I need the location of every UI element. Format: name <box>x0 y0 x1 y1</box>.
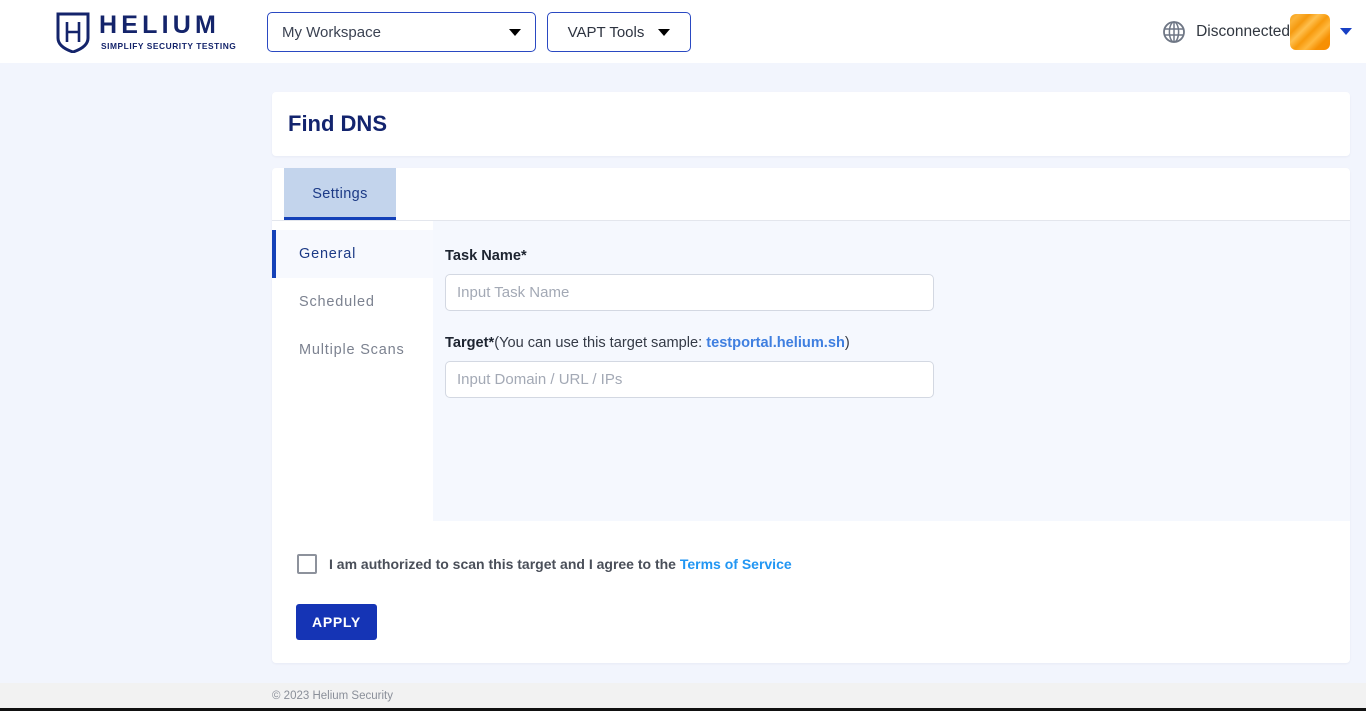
sidebar-item-general-label: General <box>299 246 357 262</box>
page-title-card: Find DNS <box>272 92 1350 156</box>
workspace-selector[interactable]: My Workspace <box>267 12 536 52</box>
tab-settings-label: Settings <box>312 186 368 202</box>
copyright-text: © 2023 Helium Security <box>272 689 393 702</box>
page-title: Find DNS <box>288 111 387 136</box>
settings-body: General Scheduled Multiple Scans Task Na… <box>272 221 1350 521</box>
apply-button[interactable]: APPLY <box>296 604 377 640</box>
sidebar-item-multiple-scans-label: Multiple Scans <box>299 342 405 358</box>
account-menu-chevron-down-icon[interactable] <box>1340 28 1352 35</box>
sidebar-item-scheduled-label: Scheduled <box>299 294 375 310</box>
target-sample-link[interactable]: testportal.helium.sh <box>706 335 845 351</box>
target-hint-suffix: ) <box>844 335 850 351</box>
consent-text-label: I am authorized to scan this target and … <box>329 556 676 572</box>
settings-card: Settings General Scheduled Multiple Scan… <box>272 168 1350 663</box>
sidebar-item-scheduled[interactable]: Scheduled <box>272 278 433 326</box>
vapt-tools-label: VAPT Tools <box>567 23 645 41</box>
tab-settings[interactable]: Settings <box>284 168 396 220</box>
shield-h-logo-icon <box>56 12 90 53</box>
authorization-checkbox[interactable] <box>297 554 317 574</box>
general-settings-form: Task Name* Target*(You can use this targ… <box>433 221 1350 521</box>
chevron-down-icon <box>658 28 671 36</box>
terms-of-service-link[interactable]: Terms of Service <box>680 556 792 572</box>
connection-status-label: Disconnected <box>1196 22 1290 40</box>
app-header: HELIUM SIMPLIFY SECURITY TESTING My Work… <box>0 0 1366 63</box>
target-hint-prefix: (You can use this target sample: <box>494 335 707 351</box>
logo-tagline: SIMPLIFY SECURITY TESTING <box>101 41 237 52</box>
target-field-block: Target*(You can use this target sample: … <box>445 335 1350 398</box>
target-label-text: Target* <box>445 335 495 351</box>
tab-bar: Settings <box>272 168 1350 221</box>
app-footer: © 2023 Helium Security <box>0 683 1366 708</box>
sidebar-item-general[interactable]: General <box>272 230 433 278</box>
task-name-label: Task Name* <box>445 248 527 264</box>
workspace-selected-value: My Workspace <box>282 23 381 41</box>
sidebar-item-multiple-scans[interactable]: Multiple Scans <box>272 326 433 374</box>
target-input[interactable] <box>445 361 934 398</box>
logo-wordmark: HELIUM <box>99 11 221 40</box>
consent-text: I am authorized to scan this target and … <box>329 556 792 572</box>
consent-row: I am authorized to scan this target and … <box>297 554 792 574</box>
brand-logo[interactable]: HELIUM SIMPLIFY SECURITY TESTING <box>56 11 236 53</box>
task-name-input[interactable] <box>445 274 934 311</box>
globe-icon <box>1163 20 1185 43</box>
settings-sidenav: General Scheduled Multiple Scans <box>272 221 433 521</box>
task-name-field-block: Task Name* <box>445 248 1350 311</box>
target-label: Target*(You can use this target sample: … <box>445 335 1350 351</box>
vapt-tools-menu-button[interactable]: VAPT Tools <box>547 12 691 52</box>
chevron-down-icon <box>509 28 521 36</box>
connection-status[interactable]: Disconnected <box>1162 0 1290 63</box>
avatar[interactable] <box>1290 14 1330 50</box>
